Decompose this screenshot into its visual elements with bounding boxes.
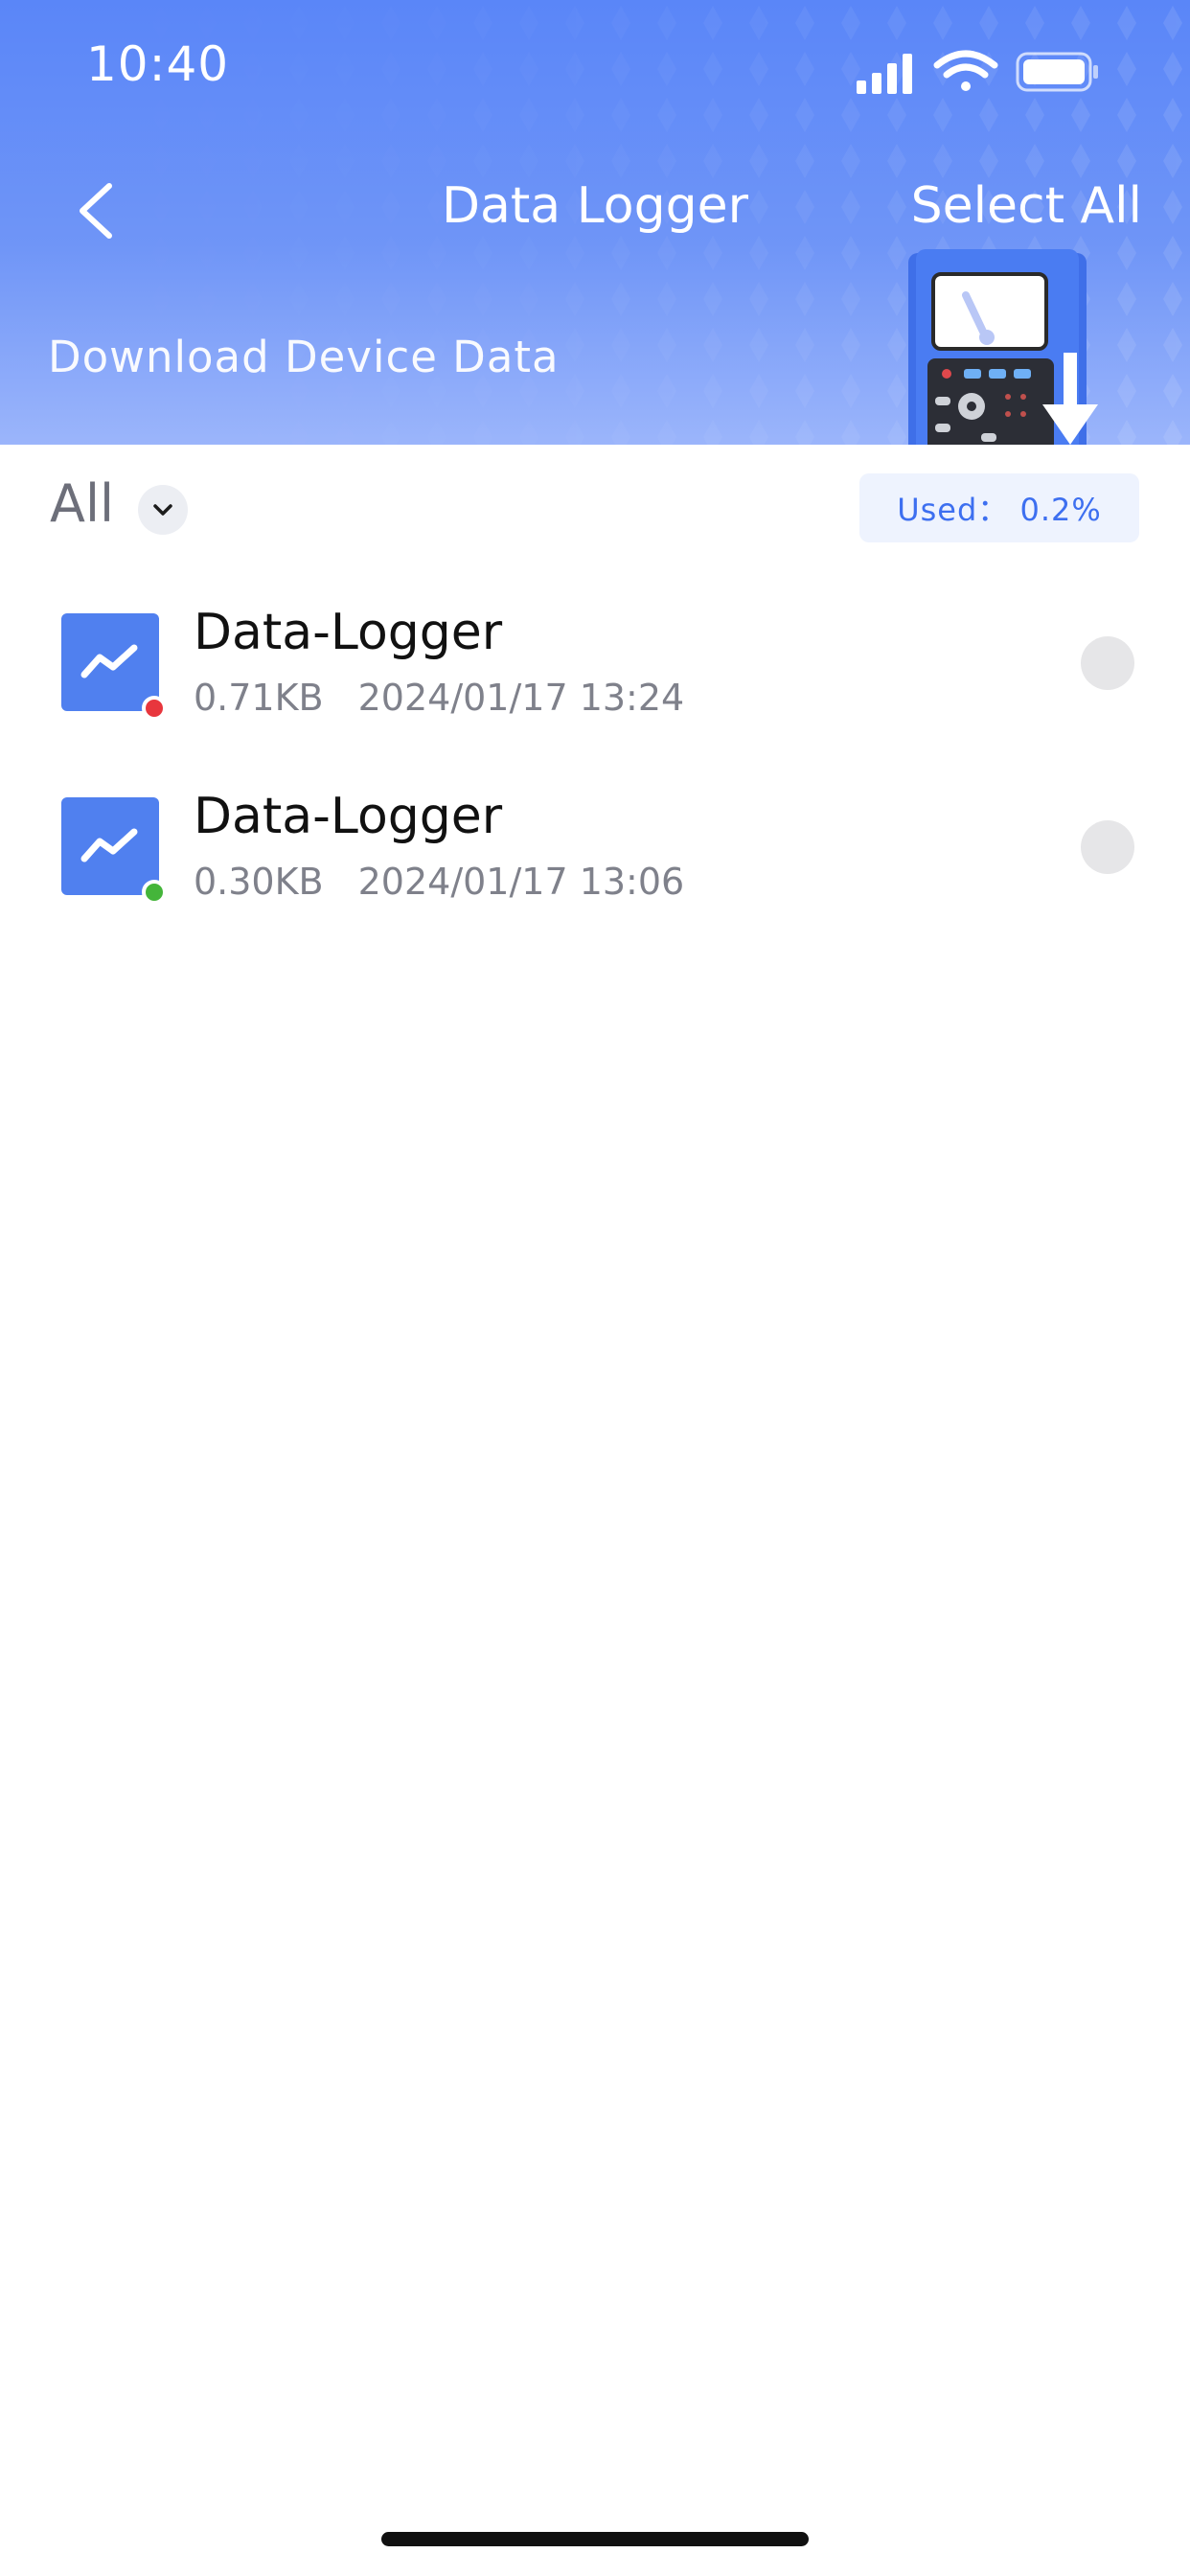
chevron-left-icon	[80, 183, 112, 239]
select-all-button[interactable]: Select All	[911, 177, 1142, 235]
device-download-illustration	[908, 249, 1098, 445]
file-icon	[61, 613, 159, 711]
trend-chart-icon	[80, 644, 138, 678]
chevron-down-icon	[153, 504, 172, 516]
filter-dropdown[interactable]	[138, 485, 188, 535]
status-dot	[142, 880, 167, 905]
filter-label[interactable]: All	[50, 473, 114, 534]
file-name: Data-Logger	[194, 604, 503, 661]
file-meta: 0.30KB 2024/01/17 13:06	[194, 861, 684, 903]
file-row[interactable]: Data-Logger 0.71KB 2024/01/17 13:24	[0, 569, 1190, 753]
file-meta: 0.71KB 2024/01/17 13:24	[194, 677, 684, 719]
status-time: 10:40	[86, 36, 230, 92]
status-dot	[142, 696, 167, 721]
header: 10:40 Data Logger Select All Download De…	[0, 0, 1190, 445]
file-list: Data-Logger 0.71KB 2024/01/17 13:24 Data-…	[0, 569, 1190, 937]
filter-bar: All Used： 0.2%	[0, 445, 1190, 569]
file-name: Data-Logger	[194, 788, 503, 845]
file-row[interactable]: Data-Logger 0.30KB 2024/01/17 13:06	[0, 753, 1190, 937]
back-button[interactable]	[63, 172, 130, 249]
header-subtitle: Download Device Data	[48, 332, 560, 382]
select-radio[interactable]	[1081, 820, 1134, 874]
battery-icon	[1016, 52, 1098, 92]
home-indicator	[381, 2532, 809, 2546]
file-datetime: 2024/01/17 13:06	[357, 861, 685, 903]
storage-usage-badge: Used： 0.2%	[859, 473, 1139, 542]
status-icons	[857, 50, 1098, 94]
file-size: 0.30KB	[194, 861, 324, 903]
signal-icon	[857, 54, 912, 94]
trend-chart-icon	[80, 828, 138, 862]
file-size: 0.71KB	[194, 677, 324, 719]
select-radio[interactable]	[1081, 636, 1134, 690]
file-datetime: 2024/01/17 13:24	[357, 677, 685, 719]
file-icon	[61, 797, 159, 895]
wifi-icon	[933, 50, 998, 91]
